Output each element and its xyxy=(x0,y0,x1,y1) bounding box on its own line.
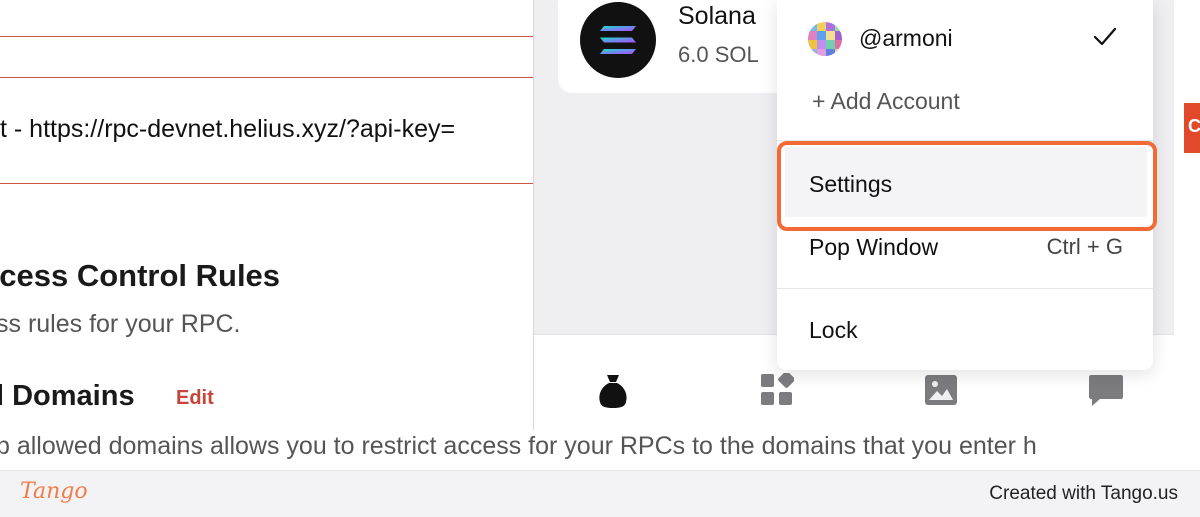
solana-icon xyxy=(580,2,656,78)
domains-edit-link[interactable]: Edit xyxy=(176,387,214,410)
apps-grid-icon[interactable] xyxy=(760,371,795,412)
account-avatar xyxy=(808,22,842,56)
menu-item-pop-window[interactable]: Pop Window Ctrl + G xyxy=(777,222,1153,282)
created-with-text: Created with Tango.us xyxy=(989,483,1178,504)
access-control-subtitle: ss rules for your RPC. xyxy=(0,310,241,338)
checkmark-icon xyxy=(1092,24,1118,55)
messages-icon[interactable] xyxy=(1088,373,1124,412)
tokens-bag-icon[interactable] xyxy=(598,373,628,414)
menu-divider xyxy=(777,288,1153,289)
lock-label: Lock xyxy=(809,317,858,343)
menu-item-add-account[interactable]: + Add Account xyxy=(777,74,1153,134)
tango-highlight-box xyxy=(777,141,1157,231)
account-name: @armoni xyxy=(859,25,953,51)
rpc-endpoint-box xyxy=(0,36,560,184)
access-control-title: ccess Control Rules xyxy=(0,258,281,293)
menu-item-lock[interactable]: Lock xyxy=(777,296,1153,362)
menu-item-account[interactable]: @armoni xyxy=(777,0,1153,72)
collectibles-image-icon[interactable] xyxy=(924,373,958,412)
tango-logo: Tango xyxy=(20,479,88,504)
rpc-url-text: t - https://rpc-devnet.helius.xyz/?api-k… xyxy=(0,115,456,143)
add-account-label: + Add Account xyxy=(812,88,960,114)
pop-window-shortcut: Ctrl + G xyxy=(1046,234,1123,259)
rpc-box-divider xyxy=(0,77,560,78)
tango-footer: Tango Created with Tango.us xyxy=(0,470,1200,517)
token-balance: 6.0 SOL xyxy=(678,42,759,67)
pop-window-label: Pop Window xyxy=(809,234,939,260)
allowed-domains-title: l Domains xyxy=(0,380,135,412)
token-name: Solana xyxy=(678,2,756,30)
